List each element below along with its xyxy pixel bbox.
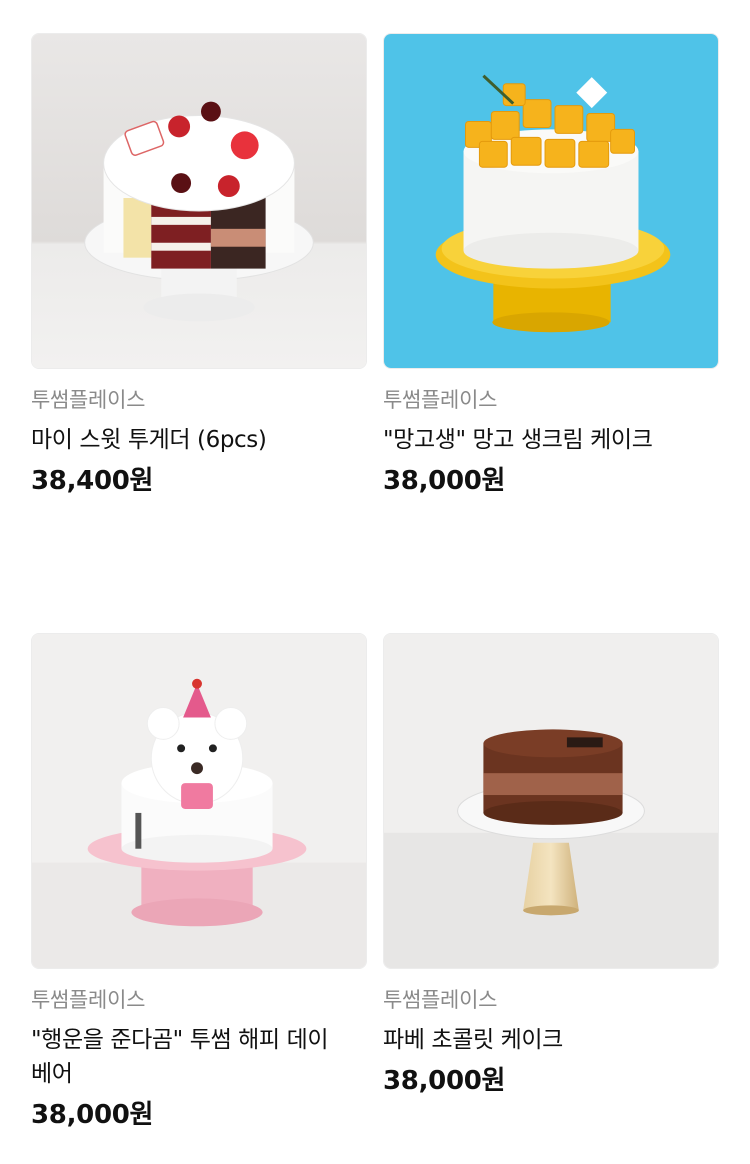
price-value: 38,000 xyxy=(31,1100,130,1130)
product-card[interactable]: 투썸플레이스 "망고생" 망고 생크림 케이크 38,000원 xyxy=(383,33,719,499)
price-value: 38,000 xyxy=(383,466,482,496)
price-value: 38,400 xyxy=(31,466,130,496)
brand-label: 투썸플레이스 xyxy=(383,388,498,412)
price-unit: 원 xyxy=(481,1066,506,1096)
six-slice-cake-image[interactable] xyxy=(31,33,367,369)
price-unit: 원 xyxy=(129,466,154,496)
brand-label: 투썸플레이스 xyxy=(31,988,146,1012)
brand-label: 투썸플레이스 xyxy=(31,388,146,412)
price-unit: 원 xyxy=(481,466,506,496)
brand-label: 투썸플레이스 xyxy=(383,988,498,1012)
price-value: 38,000 xyxy=(383,1066,482,1096)
product-card[interactable]: 투썸플레이스 파베 초콜릿 케이크 38,000원 xyxy=(383,633,719,1099)
product-price: 38,000원 xyxy=(383,463,719,499)
chocolate-cake-image[interactable] xyxy=(383,633,719,969)
product-name[interactable]: "망고생" 망고 생크림 케이크 xyxy=(383,423,719,457)
product-card[interactable]: 투썸플레이스 마이 스윗 투게더 (6pcs) 38,400원 xyxy=(31,33,367,499)
product-name[interactable]: "행운을 준다곰" 투썸 해피 데이 베어 xyxy=(31,1023,367,1091)
product-name[interactable]: 파베 초콜릿 케이크 xyxy=(383,1023,719,1057)
product-price: 38,000원 xyxy=(31,1097,367,1133)
product-card[interactable]: 투썸플레이스 "행운을 준다곰" 투썸 해피 데이 베어 38,000원 xyxy=(31,633,367,1133)
product-price: 38,400원 xyxy=(31,463,367,499)
product-grid: 투썸플레이스 마이 스윗 투게더 (6pcs) 38,400원 투썸플레이스 "… xyxy=(0,0,750,1164)
price-unit: 원 xyxy=(129,1100,154,1130)
bear-cake-image[interactable] xyxy=(31,633,367,969)
product-price: 38,000원 xyxy=(383,1063,719,1099)
mango-cake-image[interactable] xyxy=(383,33,719,369)
product-name[interactable]: 마이 스윗 투게더 (6pcs) xyxy=(31,423,367,457)
